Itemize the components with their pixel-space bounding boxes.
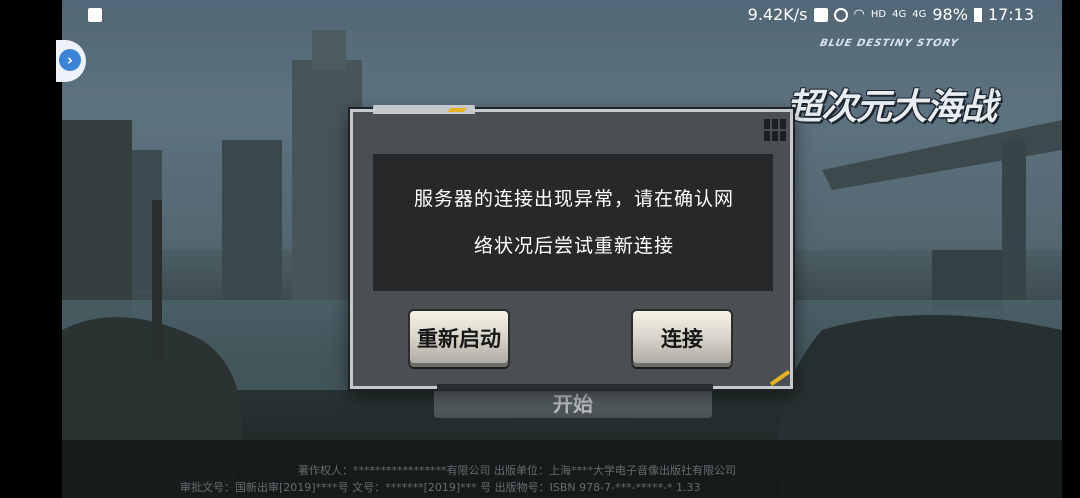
game-screen: 9.42K/s ◠ HD 4G 4G 98% 17:13 › BLUE DEST… bbox=[0, 0, 1080, 498]
status-bar: 9.42K/s ◠ HD 4G 4G 98% 17:13 bbox=[0, 0, 1080, 30]
dialog-bottom-tab bbox=[437, 384, 713, 390]
connection-error-dialog: 服务器的连接出现异常，请在确认网 络状况后尝试重新连接 重新启动 连接 bbox=[350, 105, 793, 390]
battery-icon bbox=[973, 7, 982, 22]
signal-label-2: 4G bbox=[912, 9, 927, 20]
logo-subtitle: BLUE DESTINY STORY bbox=[818, 38, 960, 49]
notification-icon bbox=[88, 7, 102, 26]
copyright-line-2: 审批文号：国新出审[2019]****号 文号：*******[2019]***… bbox=[180, 481, 701, 494]
battery-percent: 98% bbox=[932, 5, 968, 24]
chevron-right-icon: › bbox=[59, 49, 81, 71]
dialog-accent-stripe bbox=[447, 108, 467, 112]
error-message-line-1: 服务器的连接出现异常，请在确认网 bbox=[413, 188, 734, 210]
wifi-icon: ◠ bbox=[853, 7, 865, 22]
error-message-line-2: 络状况后尝试重新连接 bbox=[473, 235, 674, 257]
connect-button[interactable]: 连接 bbox=[633, 311, 731, 367]
restart-button[interactable]: 重新启动 bbox=[410, 311, 508, 367]
clock-time: 17:13 bbox=[987, 5, 1034, 24]
copyright-line-1: 著作权人：*****************有限公司 出版单位：上海****大学… bbox=[298, 464, 736, 477]
network-speed: 9.42K/s bbox=[747, 5, 808, 24]
message-panel: 服务器的连接出现异常，请在确认网 络状况后尝试重新连接 bbox=[373, 154, 773, 291]
dialog-accent-corner bbox=[769, 370, 791, 386]
download-icon bbox=[813, 7, 828, 22]
signal-label-1: 4G bbox=[892, 9, 907, 20]
copyright-footer: 著作权人：*****************有限公司 出版单位：上海****大学… bbox=[180, 462, 940, 496]
alarm-icon bbox=[833, 7, 848, 22]
game-logo: 超次元大海战 bbox=[786, 87, 997, 128]
dialog-grid-decoration bbox=[764, 119, 786, 141]
error-message: 服务器的连接出现异常，请在确认网 络状况后尝试重新连接 bbox=[393, 176, 755, 270]
hd-label: HD bbox=[870, 9, 887, 20]
